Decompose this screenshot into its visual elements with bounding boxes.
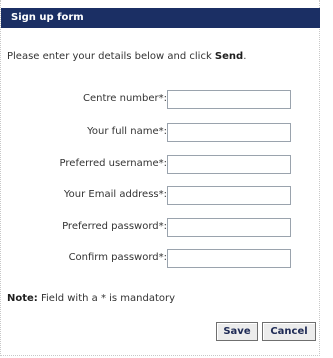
centre-number-input[interactable] (167, 90, 291, 109)
email-input[interactable] (167, 186, 291, 205)
email-label: Your Email address*: (63, 189, 167, 200)
note-text: Field with a * is mandatory (37, 293, 176, 304)
centre-number-label: Centre number*: (82, 93, 167, 104)
intro-text: Please enter your details below and clic… (7, 51, 317, 62)
field-row-username: Preferred username*: (1, 155, 320, 174)
note-label: Note: (7, 293, 38, 304)
form-title: Sign up form (1, 8, 320, 28)
field-row-email: Your Email address*: (1, 186, 320, 205)
password-label: Preferred password*: (62, 221, 167, 232)
username-label: Preferred username*: (59, 158, 167, 169)
confirm-password-input[interactable] (167, 249, 291, 268)
intro-text-end: . (243, 51, 247, 62)
confirm-password-label: Confirm password*: (68, 252, 167, 263)
intro-text-main: Please enter your details below and clic… (7, 51, 215, 62)
field-row-confirm-password: Confirm password*: (1, 249, 320, 268)
mandatory-note: Note: Field with a * is mandatory (7, 293, 175, 304)
signup-form-panel: Sign up form Please enter your details b… (0, 0, 320, 356)
username-input[interactable] (167, 155, 291, 174)
field-row-full-name: Your full name*: (1, 123, 320, 142)
save-button[interactable]: Save (216, 322, 258, 341)
full-name-label: Your full name*: (87, 126, 167, 137)
intro-send-emphasis: Send (214, 51, 244, 62)
field-row-password: Preferred password*: (1, 218, 320, 237)
cancel-button[interactable]: Cancel (262, 322, 316, 341)
password-input[interactable] (167, 218, 291, 237)
full-name-input[interactable] (167, 123, 291, 142)
field-row-centre-number: Centre number*: (1, 90, 320, 109)
